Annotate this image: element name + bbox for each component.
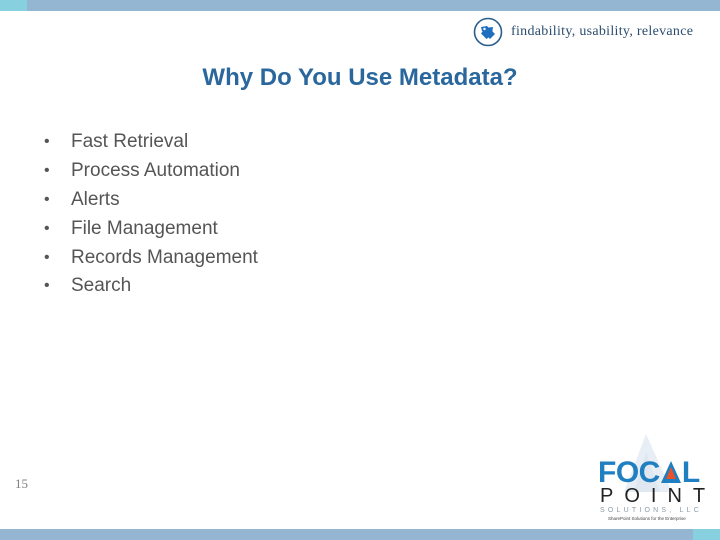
bullet-icon: • xyxy=(44,219,50,237)
bullet-text: Alerts xyxy=(71,188,120,210)
bullet-item: • Process Automation xyxy=(44,157,258,186)
logo-focal: FOC L xyxy=(598,456,700,489)
logo-solutions: SOLUTIONS, LLC xyxy=(600,507,702,514)
bullet-icon: • xyxy=(44,248,50,266)
bullet-text: Search xyxy=(71,275,132,297)
bullet-item: • Records Management xyxy=(44,243,258,272)
tag-icon xyxy=(473,17,503,47)
bullet-icon: • xyxy=(44,277,50,295)
tagline-text: findability, usability, relevance xyxy=(511,24,694,39)
bullet-icon: • xyxy=(44,133,50,151)
bottom-banner-accent xyxy=(693,529,720,540)
logo-triangle-icon xyxy=(660,461,681,483)
top-banner-accent xyxy=(0,0,27,11)
bullet-text: Fast Retrieval xyxy=(71,131,189,153)
bullet-item: • Fast Retrieval xyxy=(44,128,258,157)
slide-number: 15 xyxy=(15,476,28,491)
bullet-item: • Alerts xyxy=(44,186,258,215)
bullet-text: Process Automation xyxy=(71,160,240,182)
header-tagline: findability, usability, relevance xyxy=(473,16,693,48)
top-banner xyxy=(0,0,720,11)
bullet-icon: • xyxy=(44,190,50,208)
bullet-item: • Search xyxy=(44,272,258,301)
bullet-list: • Fast Retrieval • Process Automation • Ale… xyxy=(44,128,258,301)
company-logo: FOC L POINT SOLUTIONS, LLC SharePoint Sol… xyxy=(594,432,706,524)
bullet-text: File Management xyxy=(71,217,218,239)
logo-tagline: SharePoint Solutions for the Enterprise xyxy=(608,516,686,521)
logo-point: POINT xyxy=(600,485,717,507)
bullet-text: Records Management xyxy=(71,246,258,268)
slide-title: Why Do You Use Metadata? xyxy=(202,64,518,91)
bullet-icon: • xyxy=(44,162,50,180)
bullet-item: • File Management xyxy=(44,214,258,243)
bottom-banner xyxy=(0,529,720,540)
